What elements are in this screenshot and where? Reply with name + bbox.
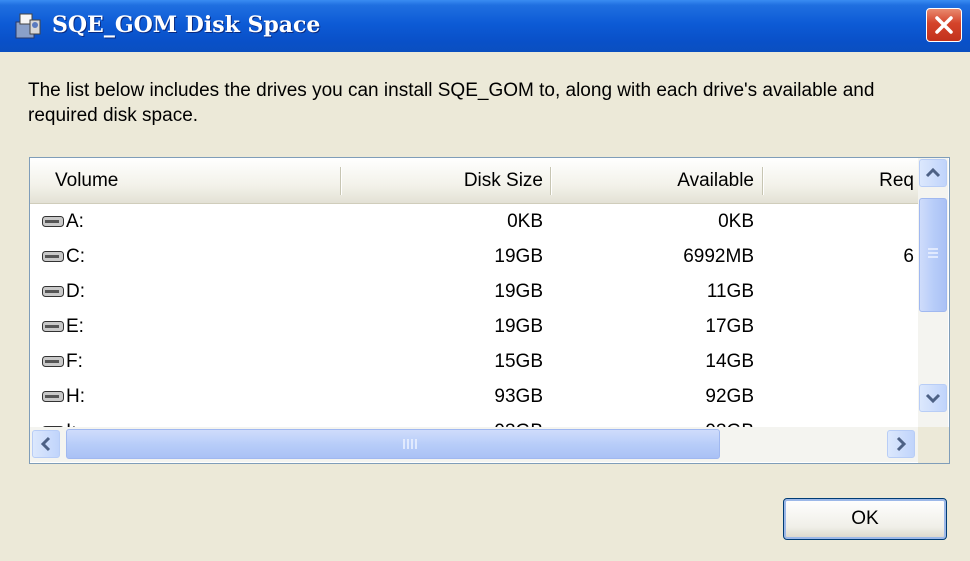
window-title: SQE_GOM Disk Space [52,12,321,38]
description-text: The list below includes the drives you c… [28,80,875,126]
ok-button[interactable]: OK [783,498,947,540]
disk-size-cell: 19GB [494,316,543,337]
available-cell: 11GB [706,281,754,302]
drive-icon [42,286,64,297]
drive-icon [42,251,64,262]
drive-icon [42,391,64,402]
chevron-left-icon [40,436,51,452]
column-available[interactable]: Available [550,158,754,203]
scrollbar-corner [918,427,949,463]
column-disk-size[interactable]: Disk Size [330,158,543,203]
volume-cell: D: [66,281,85,302]
column-required[interactable]: Req [764,158,914,203]
column-volume[interactable]: Volume [55,158,118,203]
chevron-up-icon [925,167,941,178]
disk-size-cell: 19GB [494,246,543,267]
scroll-down-button[interactable] [919,384,947,412]
available-cell: 14GB [705,351,754,372]
volume-cell: H: [66,386,85,407]
vertical-scrollbar[interactable] [918,158,948,427]
volume-cell: F: [66,351,83,372]
available-cell: 92GB [705,386,754,407]
vertical-scroll-thumb[interactable] [919,198,947,312]
required-cell: 6 [903,246,914,267]
list-item[interactable]: F: 15GB 14GB [30,344,918,379]
horizontal-scroll-thumb[interactable] [66,429,720,459]
drive-icon [42,356,64,367]
dialog-window: SQE_GOM Disk Space The list below includ… [0,0,970,561]
close-x-icon [935,16,953,34]
list-header: Volume Disk Size Available Req [30,158,918,204]
scroll-right-button[interactable] [887,430,915,458]
horizontal-scrollbar[interactable] [30,427,918,462]
scroll-up-button[interactable] [919,159,947,187]
title-bar[interactable]: SQE_GOM Disk Space [0,0,970,52]
volume-cell: E: [66,316,84,337]
list-item[interactable]: C: 19GB 6992MB 6 [30,239,918,274]
drive-list[interactable]: Volume Disk Size Available Req A: 0KB 0KB C… [29,157,950,464]
drive-icon [42,216,64,227]
scroll-left-button[interactable] [32,430,60,458]
list-item[interactable]: E: 19GB 17GB [30,309,918,344]
list-item[interactable]: D: 19GB 11GB [30,274,918,309]
available-cell: 6992MB [683,246,754,267]
available-cell: 0KB [718,211,754,232]
disk-size-cell: 0KB [507,211,543,232]
list-item[interactable]: A: 0KB 0KB [30,204,918,239]
volume-cell: C: [66,246,85,267]
available-cell: 17GB [705,316,754,337]
disk-size-cell: 15GB [494,351,543,372]
close-button[interactable] [926,8,962,42]
chevron-right-icon [896,436,907,452]
disk-size-cell: 19GB [494,281,543,302]
volume-cell: A: [66,211,84,232]
installer-icon [12,10,44,42]
disk-size-cell: 93GB [494,386,543,407]
list-item[interactable]: H: 93GB 92GB [30,379,918,414]
chevron-down-icon [925,393,941,404]
drive-icon [42,321,64,332]
